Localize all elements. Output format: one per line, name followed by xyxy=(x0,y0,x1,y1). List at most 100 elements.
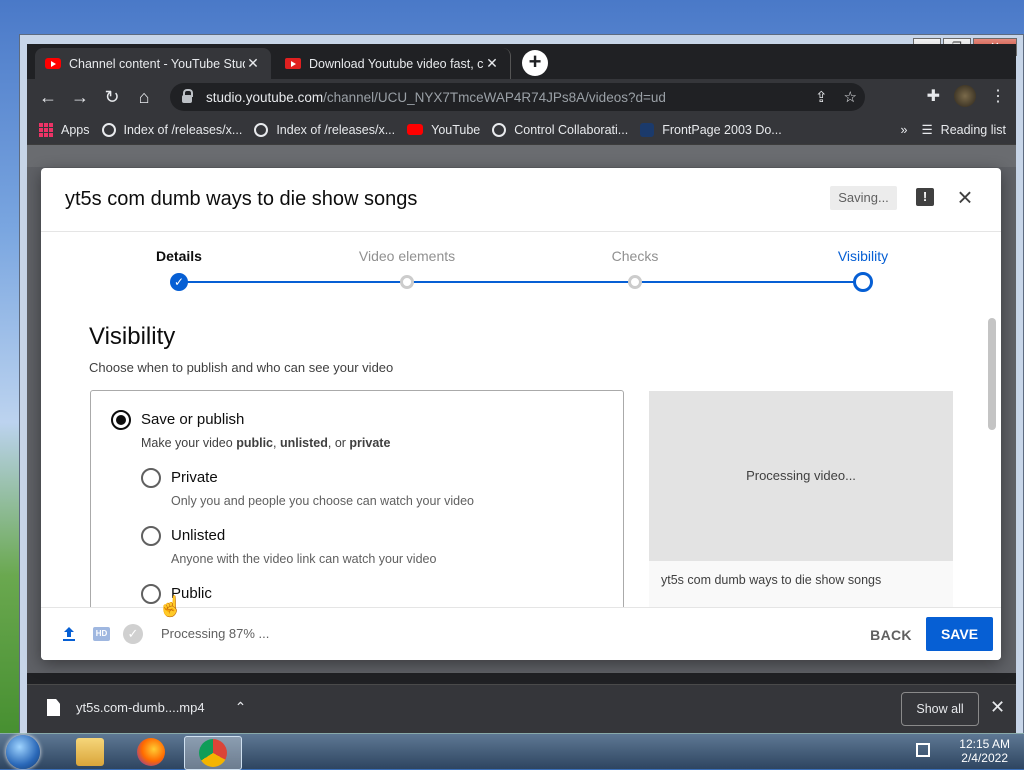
tab-strip: Channel content - YouTube Studio ✕ Downl… xyxy=(27,44,1016,79)
back-arrow-icon[interactable]: ← xyxy=(35,84,61,110)
new-tab-button[interactable]: + xyxy=(522,50,548,76)
hand-cursor-icon: ☝ xyxy=(158,596,183,618)
unlisted-radio[interactable] xyxy=(141,526,161,546)
bookmark-label: YouTube xyxy=(431,122,481,137)
visibility-options-box: Save or publish Make your video public, … xyxy=(90,390,624,607)
forward-arrow-icon[interactable]: → xyxy=(67,84,93,110)
browser-toolbar: ← → ↻ ⌂ studio.youtube.com/channel/UCU_N… xyxy=(27,79,1016,115)
dialog-content: Visibility Choose when to publish and wh… xyxy=(41,301,1001,607)
save-or-publish-desc: Make your video public, unlisted, or pri… xyxy=(141,436,391,450)
address-bar[interactable]: studio.youtube.com/channel/UCU_NYX7TmceW… xyxy=(170,83,865,111)
save-or-publish-label: Save or publish xyxy=(141,411,245,428)
apps-grid-icon xyxy=(39,122,53,137)
bookmark-label: Index of /releases/x... xyxy=(123,122,243,137)
unlisted-desc: Anyone with the video link can watch you… xyxy=(171,552,437,566)
chrome-icon xyxy=(199,739,227,767)
home-icon[interactable]: ⌂ xyxy=(131,84,157,110)
file-icon xyxy=(47,699,60,716)
bookmarks-overflow-button[interactable]: » xyxy=(901,123,908,137)
save-or-publish-radio[interactable] xyxy=(111,410,131,430)
bookmarks-right: » ☰ Reading list xyxy=(901,122,1007,138)
reading-list-icon: ☰ xyxy=(921,123,933,137)
visibility-subtitle: Choose when to publish and who can see y… xyxy=(89,360,394,375)
page-header-dimmed xyxy=(27,145,1016,167)
bookmark-star-icon[interactable]: ☆ xyxy=(844,88,857,106)
dialog-scrollbar[interactable] xyxy=(988,318,996,430)
stepper-line xyxy=(179,281,863,283)
bookmark-youtube[interactable]: YouTube xyxy=(407,123,480,137)
bookmark-label: Index of /releases/x... xyxy=(276,122,396,137)
globe-icon xyxy=(492,122,507,137)
step-pending-dot xyxy=(628,275,642,289)
taskbar-explorer[interactable] xyxy=(62,736,118,768)
download-filename: yt5s.com-dumb....mp4 xyxy=(76,700,205,715)
reading-list-label: Reading list xyxy=(940,122,1006,137)
preview-video-title: yt5s com dumb ways to die show songs xyxy=(661,573,882,587)
globe-icon xyxy=(254,122,269,137)
step-details[interactable]: Details xyxy=(156,248,202,264)
downloads-close-icon[interactable]: ✕ xyxy=(990,697,1005,718)
private-radio[interactable] xyxy=(141,468,161,488)
toolbar-right: ✚ ⋮ xyxy=(927,85,1006,107)
extensions-puzzle-icon[interactable]: ✚ xyxy=(927,86,940,106)
bookmarks-bar: Apps Index of /releases/x... Index of /r… xyxy=(27,115,1016,145)
step-video-elements[interactable]: Video elements xyxy=(359,248,455,264)
checks-icon: ✓ xyxy=(123,624,143,644)
preview-thumbnail: Processing video... xyxy=(649,391,953,561)
start-button[interactable] xyxy=(6,735,40,769)
upload-stepper: Details Video elements Checks Visibility… xyxy=(41,231,1001,301)
back-button[interactable]: BACK xyxy=(863,620,919,650)
dialog-close-icon[interactable]: × xyxy=(953,183,977,211)
downloads-bar: yt5s.com-dumb....mp4 ⌃ Show all ✕ xyxy=(27,684,1016,733)
reload-icon[interactable]: ↻ xyxy=(99,84,125,110)
unlisted-label: Unlisted xyxy=(171,527,226,544)
tab-title: Download Youtube video fast, co xyxy=(309,56,484,71)
bookmark-index-releases-2[interactable]: Index of /releases/x... xyxy=(254,122,396,137)
bookmark-index-releases-1[interactable]: Index of /releases/x... xyxy=(101,122,243,137)
frontpage-icon xyxy=(640,122,655,137)
taskbar-chrome[interactable] xyxy=(184,736,242,770)
tab-close-icon[interactable]: ✕ xyxy=(245,55,261,72)
bookmark-frontpage[interactable]: FrontPage 2003 Do... xyxy=(640,122,782,137)
youtube-icon xyxy=(407,124,424,135)
visibility-heading: Visibility xyxy=(89,323,176,350)
profile-avatar[interactable] xyxy=(954,85,976,107)
bookmark-label: Apps xyxy=(61,122,90,137)
bookmark-control-collaboration[interactable]: Control Collaborati... xyxy=(492,122,629,137)
bookmark-label: FrontPage 2003 Do... xyxy=(662,122,782,137)
system-clock[interactable]: 12:15 AM 2/4/2022 xyxy=(959,737,1010,765)
folder-icon xyxy=(76,738,104,766)
windows-taskbar: 12:15 AM 2/4/2022 xyxy=(0,733,1024,770)
chevron-up-icon[interactable]: ⌃ xyxy=(235,699,247,716)
step-current-dot xyxy=(853,272,873,292)
youtube-favicon-icon xyxy=(45,58,61,69)
feedback-icon[interactable]: ! xyxy=(916,188,934,206)
network-icon[interactable] xyxy=(916,743,930,757)
processing-status: Processing 87% ... xyxy=(161,626,270,641)
tab-youtube-studio[interactable]: Channel content - YouTube Studio ✕ xyxy=(35,48,271,79)
show-all-button[interactable]: Show all xyxy=(901,692,979,726)
reading-list-button[interactable]: ☰ Reading list xyxy=(921,122,1006,138)
private-label: Private xyxy=(171,469,218,486)
download-item[interactable]: yt5s.com-dumb....mp4 ⌃ xyxy=(47,699,246,716)
step-checks[interactable]: Checks xyxy=(612,248,659,264)
lock-icon xyxy=(182,89,193,103)
menu-kebab-icon[interactable]: ⋮ xyxy=(990,86,1006,106)
hd-icon: HD xyxy=(93,627,110,641)
omnibox-actions: ⇪ ☆ xyxy=(815,88,857,106)
step-visibility[interactable]: Visibility xyxy=(838,248,888,264)
video-preview: Processing video... yt5s com dumb ways t… xyxy=(649,391,953,607)
share-icon[interactable]: ⇪ xyxy=(815,88,828,106)
tab-download-youtube[interactable]: Download Youtube video fast, co ✕ xyxy=(275,48,511,79)
taskbar-firefox[interactable] xyxy=(123,736,179,768)
step-done-check-icon: ✓ xyxy=(170,273,188,291)
download-site-favicon-icon xyxy=(285,58,301,69)
bookmark-apps[interactable]: Apps xyxy=(39,122,90,137)
dialog-header: yt5s com dumb ways to die show songs Sav… xyxy=(41,168,1001,232)
private-desc: Only you and people you choose can watch… xyxy=(171,494,474,508)
tab-close-icon[interactable]: ✕ xyxy=(484,55,500,72)
bookmark-label: Control Collaborati... xyxy=(514,122,629,137)
url-path: /channel/UCU_NYX7TmceWAP4R74JPs8A/videos… xyxy=(323,89,666,105)
save-button[interactable]: SAVE xyxy=(926,617,993,651)
dialog-title: yt5s com dumb ways to die show songs xyxy=(65,188,418,210)
